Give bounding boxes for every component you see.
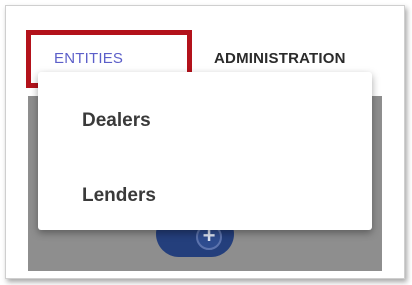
tab-administration[interactable]: ADMINISTRATION xyxy=(214,50,346,67)
menu-item-dealers[interactable]: Dealers xyxy=(82,110,151,132)
entities-dropdown-menu: Dealers Lenders xyxy=(38,72,372,230)
menu-item-lenders[interactable]: Lenders xyxy=(82,185,156,207)
app-window: + ENTITIES ADMINISTRATION Dealers Lender… xyxy=(5,5,405,279)
